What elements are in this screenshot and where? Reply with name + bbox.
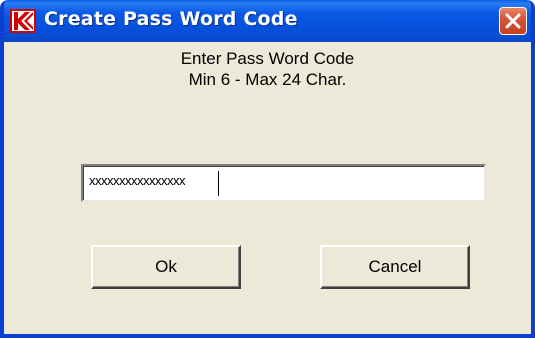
window-title: Create Pass Word Code (44, 8, 298, 30)
close-button[interactable] (499, 7, 527, 35)
text-caret (218, 171, 219, 196)
title-bar[interactable]: Create Pass Word Code (4, 0, 531, 42)
create-password-dialog: Create Pass Word Code Enter Pass Word Co… (0, 0, 535, 338)
k-logo-icon (10, 9, 36, 33)
cancel-button[interactable]: Cancel (320, 245, 470, 289)
prompt-line-2: Min 6 - Max 24 Char. (188, 70, 347, 89)
prompt-line-1: Enter Pass Word Code (180, 49, 355, 68)
close-icon (505, 13, 521, 29)
ok-button[interactable]: Ok (91, 245, 241, 289)
password-input[interactable]: xxxxxxxxxxxxxxxx (81, 164, 486, 202)
password-value: xxxxxxxxxxxxxxxx (89, 173, 186, 188)
